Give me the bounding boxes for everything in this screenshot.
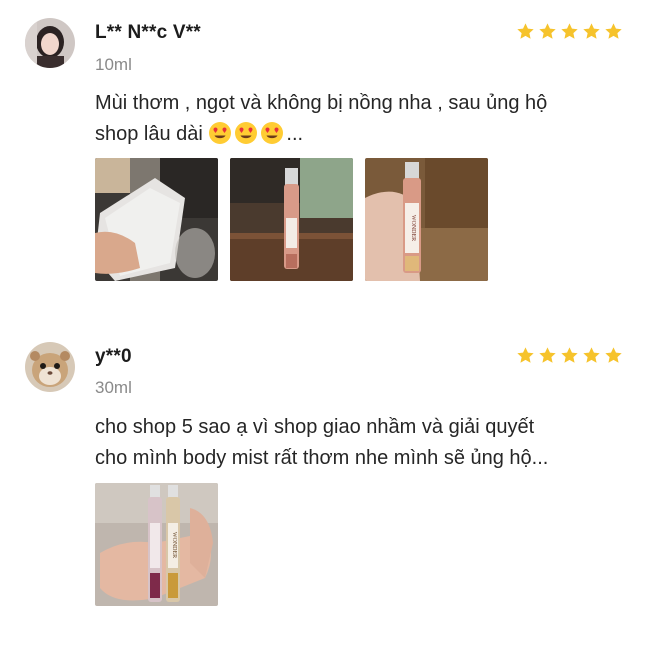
reviewer-name: L** N**c V** — [95, 22, 201, 43]
review-text-line: cho shop 5 sao ạ vì shop giao nhầm và gi… — [95, 416, 535, 438]
reviewer-name: y**0 — [95, 346, 132, 367]
avatar[interactable] — [25, 18, 75, 68]
heart-eyes-emoji-icon — [209, 122, 232, 144]
review-photo[interactable]: WONDER — [365, 158, 488, 281]
review-text-line: shop lâu dài ... — [95, 119, 630, 150]
heart-eyes-emoji-icon — [235, 122, 258, 144]
review-photos: WONDER — [95, 483, 218, 606]
review-text-line: cho mình body mist rất thơm nhe mình sẽ … — [95, 447, 549, 469]
review-text: Mùi thơm , ngọt và không bị nồng nha , s… — [95, 88, 630, 150]
star-icon — [517, 347, 534, 363]
review-photo[interactable] — [230, 158, 353, 281]
star-icon — [583, 23, 600, 39]
star-icon — [539, 347, 556, 363]
star-icon — [583, 347, 600, 363]
star-rating — [516, 346, 623, 365]
variant-label: 30ml — [95, 378, 132, 397]
review-photos: WONDER — [95, 158, 488, 281]
star-icon — [517, 23, 534, 39]
review-photo[interactable] — [95, 158, 218, 281]
star-icon — [539, 23, 556, 39]
review-text: cho shop 5 sao ạ vì shop giao nhầm và gi… — [95, 412, 630, 474]
avatar[interactable] — [25, 342, 75, 392]
product-label: WONDER — [410, 215, 416, 241]
review-photo[interactable]: WONDER — [95, 483, 218, 606]
star-icon — [605, 23, 622, 39]
product-label: WONDER — [171, 532, 177, 558]
heart-eyes-emoji-icon — [261, 122, 284, 144]
review-text-line: Mùi thơm , ngọt và không bị nồng nha , s… — [95, 92, 548, 114]
star-icon — [561, 23, 578, 39]
star-icon — [561, 347, 578, 363]
star-rating — [516, 22, 623, 41]
review-text-fragment: shop lâu dài — [95, 123, 209, 145]
variant-label: 10ml — [95, 55, 132, 74]
review-text-fragment: ... — [286, 123, 304, 145]
star-icon — [605, 347, 622, 363]
